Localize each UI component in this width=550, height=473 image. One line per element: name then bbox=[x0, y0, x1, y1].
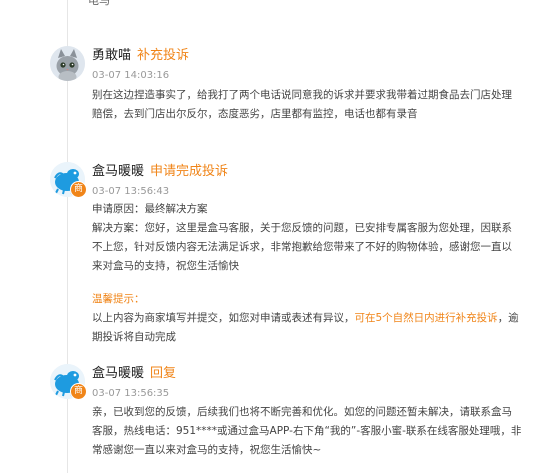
entry-header: 盒马暖暖 申请完成投诉 bbox=[92, 163, 228, 181]
reply-text: 亲，已收到您的反馈，后续我们也将不断完善和优化。如您的问题还暂未解决，请联系盒马… bbox=[92, 403, 522, 460]
solution-label: 解决方案： bbox=[92, 222, 145, 234]
action-label: 补充投诉 bbox=[137, 48, 190, 63]
complaint-text: 别在这边捏造事实了，给我打了两个电话说同意我的诉求并要求我带着过期食品去门店处理… bbox=[92, 86, 522, 124]
solution-value: 您好，这里是盒马客服，关于您反馈的问题，已安排专属客服为您处理，因联系不上您，针… bbox=[92, 222, 512, 272]
reply-content: 亲，已收到您的反馈，后续我们也将不断完善和优化。如您的问题还暂未解决，请联系盒马… bbox=[92, 406, 522, 456]
merchant-name[interactable]: 盒马暖暖 bbox=[92, 164, 144, 179]
timestamp: 03-07 14:03:16 bbox=[92, 70, 170, 81]
cat-avatar-icon bbox=[50, 46, 85, 81]
previous-entry-text: 电马 bbox=[88, 0, 110, 7]
timestamp: 03-07 13:56:43 bbox=[92, 186, 170, 197]
entry-header: 勇敢喵 补充投诉 bbox=[92, 47, 189, 65]
user-avatar[interactable] bbox=[50, 46, 85, 81]
merchant-badge: 商 bbox=[70, 383, 87, 400]
action-label: 申请完成投诉 bbox=[150, 164, 229, 179]
tip-highlight: 可在5个自然日内进行补充投诉 bbox=[354, 312, 498, 324]
entry-header: 盒马暖暖 回复 bbox=[92, 365, 176, 383]
timestamp: 03-07 13:56:35 bbox=[92, 388, 170, 399]
merchant-response: 申请原因：最终解决方案 解决方案：您好，这里是盒马客服，关于您反馈的问题，已安排… bbox=[92, 200, 522, 276]
tip-text: 以上内容为商家填写并提交，如您对申请或表述有异议， bbox=[92, 312, 355, 324]
reason-label: 申请原因： bbox=[92, 203, 145, 215]
merchant-name[interactable]: 盒马暖暖 bbox=[92, 366, 144, 381]
tip-title: 温馨提示： bbox=[92, 293, 145, 305]
warm-tip: 温馨提示： 以上内容为商家填写并提交，如您对申请或表述有异议，可在5个自然日内进… bbox=[92, 290, 522, 347]
complaint-content: 别在这边捏造事实了，给我打了两个电话说同意我的诉求并要求我带着过期食品去门店处理… bbox=[92, 89, 512, 120]
action-label: 回复 bbox=[150, 366, 177, 381]
merchant-badge: 商 bbox=[70, 181, 87, 198]
reason-value: 最终解决方案 bbox=[144, 203, 208, 215]
user-name[interactable]: 勇敢喵 bbox=[92, 48, 131, 63]
